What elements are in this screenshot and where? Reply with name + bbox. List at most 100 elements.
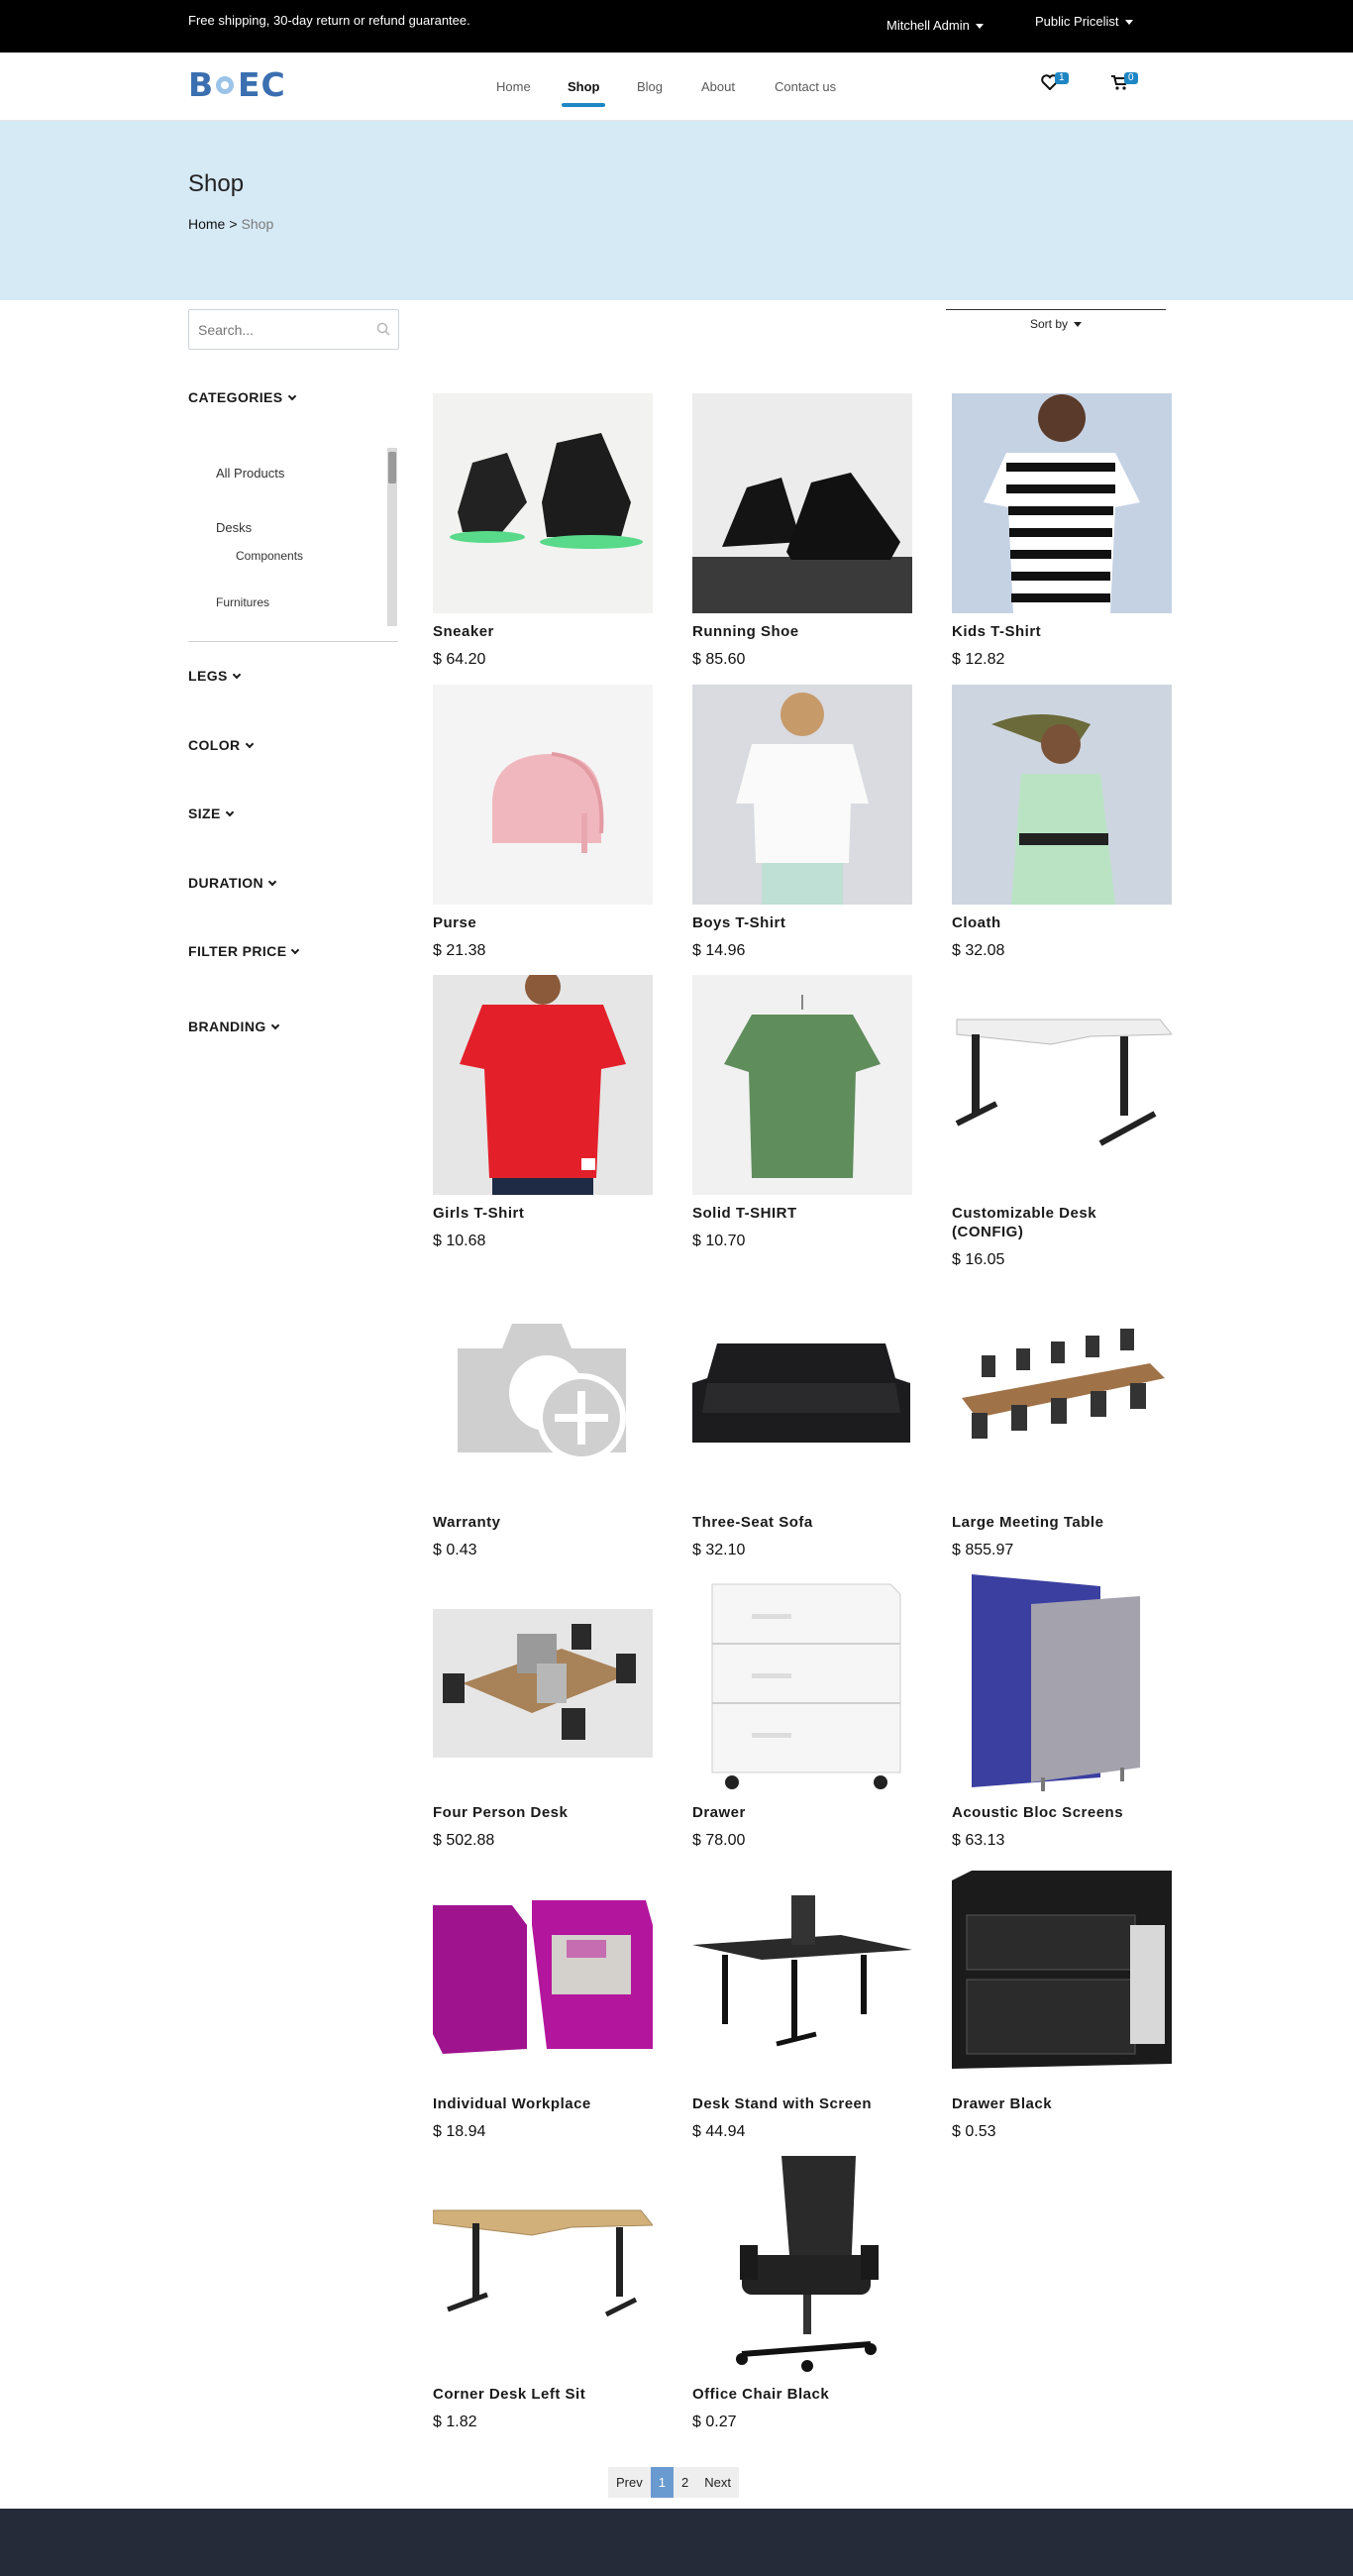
- product-image-warranty[interactable]: [433, 1284, 653, 1504]
- branding-filter-label: BRANDING: [188, 1019, 266, 1034]
- pagination-page-1[interactable]: 1: [650, 2467, 674, 2498]
- product-name[interactable]: Purse: [433, 913, 653, 932]
- user-name: Mitchell Admin: [886, 18, 970, 33]
- page-footer: [0, 2509, 1353, 2576]
- duration-filter-toggle[interactable]: DURATION: [188, 875, 277, 891]
- product-image-drawer[interactable]: [692, 1574, 912, 1794]
- product-price: $ 12.82: [952, 651, 1005, 668]
- branding-filter-toggle[interactable]: BRANDING: [188, 1019, 279, 1034]
- pagination-page-2[interactable]: 2: [673, 2467, 697, 2498]
- chevron-down-icon: [287, 391, 296, 401]
- product-name[interactable]: Office Chair Black: [692, 2385, 912, 2404]
- product-image-sneaker[interactable]: [433, 393, 653, 613]
- category-scrollbar-thumb[interactable]: [388, 452, 396, 483]
- pagination: Prev 1 2 Next: [608, 2467, 739, 2498]
- product-name[interactable]: Three-Seat Sofa: [692, 1513, 912, 1532]
- product-price: $ 85.60: [692, 651, 746, 668]
- product-price: $ 14.96: [692, 942, 746, 959]
- product-name[interactable]: Sneaker: [433, 622, 653, 641]
- nav-about[interactable]: About: [701, 79, 735, 94]
- product-image-girls-tshirt[interactable]: [433, 975, 653, 1195]
- product-price: $ 10.68: [433, 1233, 486, 1249]
- price-filter-toggle[interactable]: FILTER PRICE: [188, 943, 300, 959]
- product-name[interactable]: Customizable Desk (CONFIG): [952, 1204, 1172, 1241]
- product-image-solid-tshirt[interactable]: [692, 975, 912, 1195]
- product-price: $ 10.70: [692, 1233, 746, 1249]
- product-name[interactable]: Boys T-Shirt: [692, 913, 912, 932]
- breadcrumb-home-link[interactable]: Home: [188, 216, 225, 232]
- pricelist-label: Public Pricelist: [1035, 14, 1119, 29]
- product-price: $ 0.43: [433, 1542, 477, 1558]
- product-name[interactable]: Warranty: [433, 1513, 653, 1532]
- chevron-down-icon: [267, 877, 277, 887]
- page-title: Shop: [188, 170, 245, 197]
- breadcrumb: Home > Shop: [188, 216, 273, 232]
- shipping-promo-text: Free shipping, 30-day return or refund g…: [188, 13, 470, 28]
- active-nav-indicator: [562, 103, 605, 107]
- search-input[interactable]: [189, 310, 367, 349]
- product-price: $ 44.94: [692, 2123, 746, 2140]
- brand-logo[interactable]: B EC: [188, 65, 295, 110]
- product-image-four-person-desk[interactable]: [433, 1574, 653, 1794]
- color-filter-toggle[interactable]: COLOR: [188, 737, 254, 753]
- product-image-cloath[interactable]: [952, 685, 1172, 905]
- product-price: $ 1.82: [433, 2414, 477, 2430]
- product-name[interactable]: Cloath: [952, 913, 1172, 932]
- chevron-down-icon: [232, 670, 241, 680]
- sort-by-dropdown[interactable]: Sort by: [946, 309, 1166, 331]
- product-price: $ 32.10: [692, 1542, 746, 1558]
- product-image-individual-workplace[interactable]: [433, 1866, 653, 2086]
- legs-filter-label: LEGS: [188, 668, 228, 684]
- category-components[interactable]: Components: [236, 549, 303, 563]
- cart-count-badge: 0: [1124, 72, 1138, 84]
- price-filter-label: FILTER PRICE: [188, 943, 287, 959]
- pagination-prev-button[interactable]: Prev: [608, 2467, 651, 2498]
- nav-home[interactable]: Home: [496, 79, 531, 94]
- nav-shop[interactable]: Shop: [568, 79, 600, 94]
- product-price: $ 0.27: [692, 2414, 737, 2430]
- chevron-down-icon: [291, 945, 300, 955]
- product-name[interactable]: Solid T-SHIRT: [692, 1204, 912, 1223]
- product-image-office-chair-black[interactable]: [692, 2156, 912, 2376]
- product-name[interactable]: Girls T-Shirt: [433, 1204, 653, 1223]
- product-image-drawer-black[interactable]: [952, 1866, 1172, 2086]
- product-image-purse[interactable]: [433, 685, 653, 905]
- product-image-three-seat-sofa[interactable]: [692, 1284, 912, 1504]
- user-menu-dropdown[interactable]: Mitchell Admin: [886, 18, 984, 33]
- product-name[interactable]: Drawer: [692, 1803, 912, 1822]
- nav-blog[interactable]: Blog: [637, 79, 663, 94]
- product-name[interactable]: Running Shoe: [692, 622, 912, 641]
- product-name[interactable]: Corner Desk Left Sit: [433, 2385, 653, 2404]
- product-image-desk-stand-with-screen[interactable]: [692, 1866, 912, 2086]
- pricelist-dropdown[interactable]: Public Pricelist: [1035, 14, 1133, 29]
- size-filter-label: SIZE: [188, 805, 221, 821]
- product-image-large-meeting-table[interactable]: [952, 1284, 1172, 1504]
- category-all-products[interactable]: All Products: [216, 466, 284, 481]
- category-desks[interactable]: Desks: [216, 520, 252, 535]
- product-image-corner-desk-left-sit[interactable]: [433, 2156, 653, 2376]
- product-name[interactable]: Desk Stand with Screen: [692, 2094, 912, 2113]
- product-image-boys-tshirt[interactable]: [692, 685, 912, 905]
- categories-filter-toggle[interactable]: CATEGORIES: [188, 389, 296, 405]
- product-name[interactable]: Kids T-Shirt: [952, 622, 1172, 641]
- size-filter-toggle[interactable]: SIZE: [188, 805, 234, 821]
- product-image-running-shoe[interactable]: [692, 393, 912, 613]
- nav-contact[interactable]: Contact us: [775, 79, 836, 94]
- product-name[interactable]: Individual Workplace: [433, 2094, 653, 2113]
- product-name[interactable]: Drawer Black: [952, 2094, 1172, 2113]
- product-price: $ 32.08: [952, 942, 1005, 959]
- category-furnitures[interactable]: Furnitures: [216, 595, 269, 609]
- product-name[interactable]: Large Meeting Table: [952, 1513, 1172, 1532]
- product-image-kids-tshirt[interactable]: [952, 393, 1172, 613]
- legs-filter-toggle[interactable]: LEGS: [188, 668, 241, 684]
- search-icon[interactable]: [376, 322, 390, 341]
- product-name[interactable]: Four Person Desk: [433, 1803, 653, 1822]
- product-search-box: [188, 309, 399, 350]
- cart-button[interactable]: 0: [1110, 72, 1138, 95]
- wishlist-button[interactable]: 1: [1041, 72, 1069, 95]
- product-image-customizable-desk[interactable]: [952, 975, 1172, 1195]
- product-image-acoustic-bloc-screens[interactable]: [952, 1574, 1172, 1794]
- product-name[interactable]: Acoustic Bloc Screens: [952, 1803, 1172, 1822]
- pagination-next-button[interactable]: Next: [696, 2467, 739, 2498]
- caret-down-icon: [1074, 322, 1082, 328]
